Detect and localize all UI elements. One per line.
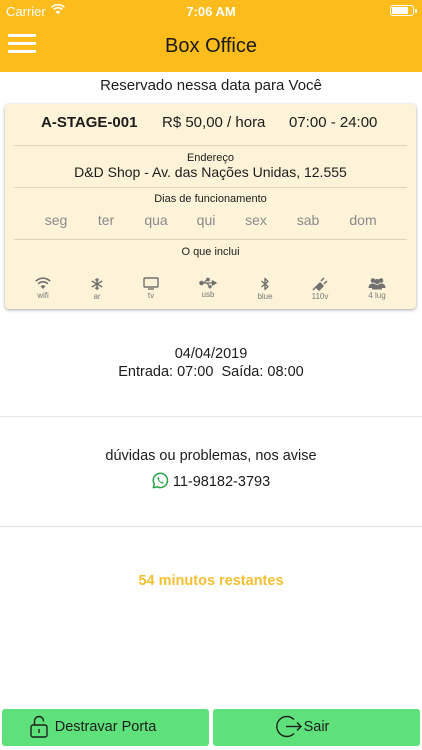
- wifi-icon: [35, 277, 51, 289]
- contact-phone[interactable]: 11-98182-3793: [0, 472, 422, 490]
- amenity-tv: tv: [131, 277, 171, 300]
- stage-card: A-STAGE-001 R$ 50,00 / hora 07:00 - 24:0…: [5, 104, 416, 309]
- unlock-door-label: Destravar Porta: [54, 719, 157, 735]
- amenity-110v: 110v: [300, 277, 340, 301]
- amenity-usb: usb: [188, 277, 228, 299]
- amenity-label: 4 lug: [368, 291, 386, 300]
- people-icon: [368, 278, 386, 290]
- power-plug-icon: [312, 277, 328, 291]
- amenity-label: blue: [257, 292, 273, 301]
- day-qui: qui: [196, 212, 216, 228]
- divider: [14, 187, 407, 188]
- amenity-wifi: wifi: [23, 277, 63, 300]
- tv-icon: [143, 277, 159, 290]
- day-sex: sex: [245, 212, 267, 228]
- exit-button[interactable]: Sair: [213, 709, 420, 746]
- battery-level: [392, 7, 408, 14]
- stage-hours: 07:00 - 24:00: [289, 114, 378, 131]
- app-header: Carrier 7:06 AM Box Office: [0, 0, 422, 72]
- unlock-door-button[interactable]: Destravar Porta: [2, 709, 209, 746]
- days-label: Dias de funcionamento: [154, 193, 267, 205]
- address-label: Endereço: [186, 152, 235, 164]
- amenity-label: ar: [93, 292, 101, 301]
- snowflake-icon: [91, 278, 103, 290]
- day-qua: qua: [144, 212, 168, 228]
- amenity-4-lug: 4 lug: [357, 277, 397, 300]
- amenity-bluetooth: blue: [245, 277, 285, 301]
- booking-times: Entrada: 07:00 Saída: 08:00: [0, 363, 422, 381]
- day-seg: seg: [44, 212, 68, 228]
- divider: [0, 526, 422, 527]
- whatsapp-icon: [152, 472, 169, 489]
- day-ter: ter: [97, 212, 115, 228]
- amenity-label: tv: [147, 291, 155, 300]
- bluetooth-icon: [261, 277, 269, 291]
- reserved-label: Reservado nessa data para Você: [100, 77, 322, 94]
- status-bar: Carrier 7:06 AM: [0, 0, 422, 22]
- day-dom: dom: [349, 212, 377, 228]
- stage-price: R$ 50,00 / hora: [162, 114, 266, 131]
- divider: [14, 145, 407, 146]
- help-text: dúvidas ou problemas, nos avise: [105, 448, 317, 464]
- remaining-time: 54 minutos restantes: [138, 573, 284, 589]
- phone-number: 11-98182-3793: [172, 474, 271, 490]
- divider: [14, 239, 407, 240]
- booking-info: 04/04/2019 Entrada: 07:00 Saída: 08:00: [0, 345, 422, 381]
- exit-label: Sair: [303, 719, 330, 735]
- stage-code: A-STAGE-001: [41, 114, 138, 131]
- amenity-ar: ar: [77, 277, 117, 301]
- day-sab: sab: [296, 212, 320, 228]
- divider: [0, 416, 422, 417]
- stage-summary: A-STAGE-001 R$ 50,00 / hora 07:00 - 24:0…: [5, 114, 416, 134]
- amenity-label: wifi: [37, 291, 49, 300]
- booking-date: 04/04/2019: [174, 346, 248, 362]
- status-time: 7:06 AM: [186, 4, 236, 19]
- amenity-label: usb: [201, 290, 215, 299]
- usb-icon: [199, 277, 217, 289]
- booking-checkin: Entrada: 07:00: [118, 364, 214, 380]
- booking-checkout: Saída: 08:00: [221, 364, 304, 380]
- address-value: D&D Shop - Av. das Nações Unidas, 12.555: [74, 164, 347, 180]
- includes-label: O que inclui: [181, 246, 240, 258]
- page-title: Box Office: [165, 35, 257, 57]
- amenity-label: 110v: [311, 292, 329, 301]
- battery-icon: [390, 5, 417, 16]
